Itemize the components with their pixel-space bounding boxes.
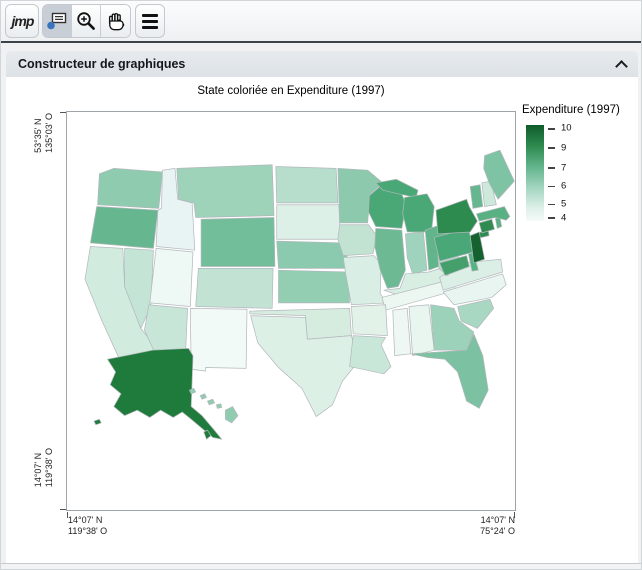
state-WY[interactable] [200, 217, 276, 267]
state-LA[interactable] [349, 335, 392, 375]
legend-tick: 10 [548, 123, 572, 134]
menu-button[interactable] [135, 4, 165, 38]
state-NY[interactable] [435, 198, 478, 235]
annotation-tool-icon [47, 12, 67, 30]
y-axis-label-top: 53°35' N 135°03' O [33, 113, 54, 153]
legend-gradient-bar[interactable] [526, 125, 544, 221]
state-AL[interactable] [408, 304, 435, 356]
state-MI[interactable] [402, 193, 435, 233]
state-OR[interactable] [90, 206, 159, 249]
x-axis-label-right: 14°07' N 75°24' O [480, 515, 515, 536]
collapse-chevron-icon[interactable] [615, 59, 628, 73]
legend-tick: 6 [548, 180, 566, 191]
state-HI-island[interactable] [225, 406, 239, 424]
zoom-tool-button[interactable] [72, 5, 101, 37]
legend-tick: 5 [548, 199, 566, 210]
state-CT[interactable] [478, 218, 495, 234]
state-HI-island[interactable] [199, 393, 207, 400]
legend-tick: 4 [548, 212, 566, 223]
state-SD[interactable] [276, 204, 341, 240]
chart-title: State coloriée en Expenditure (1997) [197, 85, 385, 97]
state-NM[interactable] [189, 308, 248, 372]
panel-header[interactable]: Constructeur de graphiques [6, 51, 638, 77]
state-ND[interactable] [275, 166, 339, 204]
state-UT[interactable] [149, 247, 194, 307]
annotation-tool-button[interactable] [43, 5, 72, 37]
panel-title: Constructeur de graphiques [18, 57, 186, 71]
state-HI-island[interactable] [216, 403, 223, 409]
hand-tool-button[interactable] [101, 5, 130, 37]
state-MA[interactable] [476, 206, 511, 222]
zoom-in-icon [77, 12, 95, 30]
state-CO[interactable] [195, 268, 274, 309]
x-axis-label-left: 14°07' N 119°38' O [68, 515, 108, 536]
y-axis-label-bottom: 14°07' N 119°38' O [33, 448, 54, 488]
legend: Expenditure (1997) 10 9 7 6 5 4 [522, 104, 640, 223]
state-AR[interactable] [351, 304, 388, 336]
state-IN[interactable] [405, 231, 428, 275]
state-AK-island[interactable] [93, 418, 102, 426]
bottom-strip [1, 564, 641, 569]
legend-tick: 7 [548, 162, 566, 173]
state-VT[interactable] [469, 184, 484, 209]
menu-icon [142, 13, 158, 29]
us-choropleth-map [84, 149, 515, 440]
jmp-logo-button[interactable]: jmp [5, 4, 39, 38]
map-plot-area[interactable] [66, 111, 516, 511]
state-KS[interactable] [278, 269, 350, 304]
state-WA[interactable] [97, 168, 163, 209]
state-MS[interactable] [392, 308, 412, 356]
state-NE[interactable] [276, 240, 349, 269]
jmp-logo: jmp [11, 13, 35, 29]
toolbar: jmp [1, 1, 641, 41]
tool-group [42, 4, 131, 38]
legend-title: Expenditure (1997) [522, 104, 620, 116]
hand-icon [108, 12, 124, 31]
state-IA[interactable] [337, 224, 377, 256]
jmp-graph-builder-window: jmp Constructeur de graphiques State col… [0, 0, 642, 570]
legend-tick: 9 [548, 142, 566, 153]
state-HI-island[interactable] [207, 398, 215, 406]
